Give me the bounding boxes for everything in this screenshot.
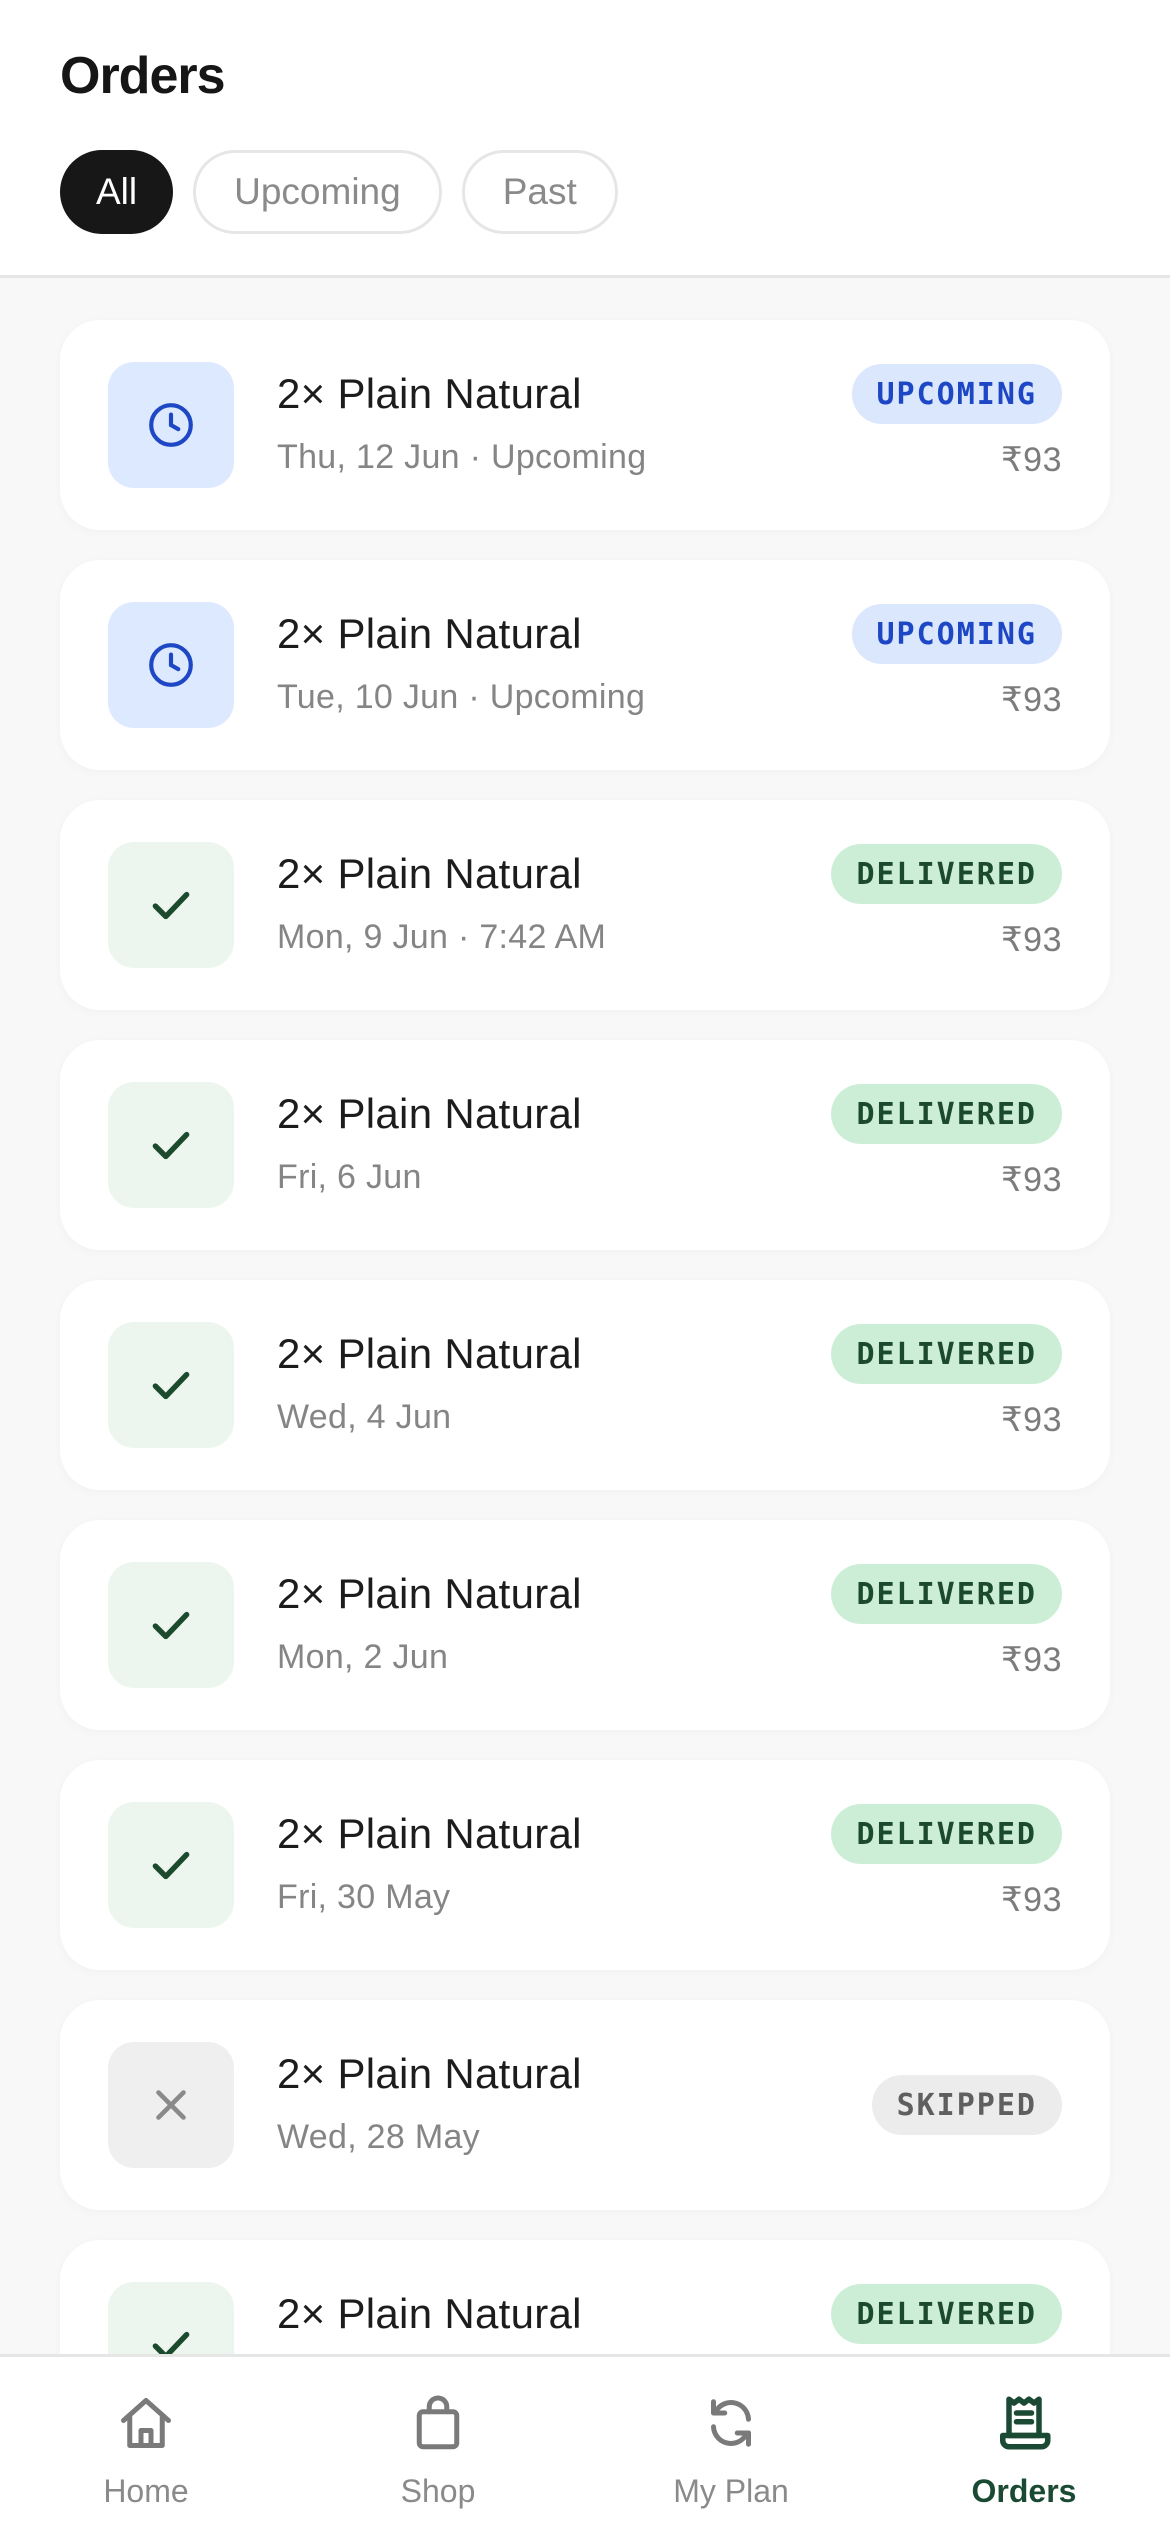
order-card[interactable]: 2× Plain Natural Fri, 30 May DELIVERED ₹93 bbox=[60, 1760, 1110, 1970]
status-badge: DELIVERED bbox=[831, 1084, 1062, 1144]
order-item-name: 2× Plain Natural bbox=[277, 1330, 582, 1377]
refresh-icon bbox=[701, 2393, 761, 2453]
nav-label-shop: Shop bbox=[400, 2473, 476, 2509]
order-card[interactable]: 2× Plain Natural Wed, 28 May SKIPPED bbox=[60, 2000, 1110, 2210]
order-price: ₹93 bbox=[1001, 1641, 1062, 1679]
status-badge: UPCOMING bbox=[851, 604, 1062, 664]
order-price: ₹93 bbox=[1001, 681, 1062, 719]
status-badge: DELIVERED bbox=[831, 1324, 1062, 1384]
nav-label-my-plan: My Plan bbox=[673, 2473, 789, 2509]
check-icon bbox=[108, 1322, 234, 1448]
nav-item-orders[interactable]: Orders bbox=[878, 2357, 1170, 2532]
status-badge: DELIVERED bbox=[831, 1804, 1062, 1864]
order-item-name: 2× Plain Natural bbox=[277, 1810, 582, 1857]
order-card[interactable]: 2× Plain Natural Wed, 4 Jun DELIVERED ₹93 bbox=[60, 1280, 1110, 1490]
clock-icon bbox=[108, 602, 234, 728]
nav-item-shop[interactable]: Shop bbox=[292, 2357, 584, 2532]
check-icon bbox=[108, 842, 234, 968]
status-badge: DELIVERED bbox=[831, 2284, 1062, 2344]
check-icon bbox=[108, 1082, 234, 1208]
order-price: ₹93 bbox=[1001, 1161, 1062, 1199]
order-date: Mon, 9 Jun · 7:42 AM bbox=[277, 918, 607, 956]
filter-chip-past[interactable]: Past bbox=[461, 150, 618, 234]
order-card[interactable]: 2× Plain Natural Thu, 12 Jun · Upcoming UP… bbox=[60, 320, 1110, 530]
order-card[interactable]: 2× Plain Natural Fri, 6 Jun DELIVERED ₹93 bbox=[60, 1040, 1110, 1250]
order-card[interactable]: 2× Plain Natural Mon, 2 Jun DELIVERED ₹93 bbox=[60, 1520, 1110, 1730]
order-item-name: 2× Plain Natural bbox=[277, 2050, 582, 2097]
status-badge: DELIVERED bbox=[831, 844, 1062, 904]
bottom-nav: Home Shop My Plan Orders bbox=[0, 2354, 1170, 2532]
order-price: ₹93 bbox=[1001, 441, 1062, 479]
nav-item-my-plan[interactable]: My Plan bbox=[585, 2357, 877, 2532]
order-card[interactable]: 2× Plain Natural Mon, 9 Jun · 7:42 AM DELI… bbox=[60, 800, 1110, 1010]
nav-label-orders: Orders bbox=[971, 2473, 1077, 2509]
order-item-name: 2× Plain Natural bbox=[277, 370, 582, 417]
order-item-name: 2× Plain Natural bbox=[277, 850, 582, 897]
filter-chip-upcoming[interactable]: Upcoming bbox=[193, 150, 442, 234]
order-date: Thu, 12 Jun · Upcoming bbox=[277, 438, 647, 476]
status-badge: DELIVERED bbox=[831, 1564, 1062, 1624]
page-title: Orders bbox=[60, 47, 226, 105]
order-date: Tue, 10 Jun · Upcoming bbox=[277, 678, 646, 716]
nav-label-home: Home bbox=[103, 2473, 189, 2509]
clock-icon bbox=[108, 362, 234, 488]
nav-item-home[interactable]: Home bbox=[0, 2357, 292, 2532]
page-header: Orders All Upcoming Past bbox=[0, 0, 1170, 278]
shopping-bag-icon bbox=[408, 2393, 468, 2453]
status-badge: UPCOMING bbox=[851, 364, 1062, 424]
order-date: Wed, 28 May bbox=[277, 2118, 480, 2156]
order-date: Wed, 4 Jun bbox=[277, 1398, 452, 1436]
receipt-icon bbox=[994, 2393, 1054, 2453]
order-card[interactable]: 2× Plain Natural Tue, 10 Jun · Upcoming UP… bbox=[60, 560, 1110, 770]
order-item-name: 2× Plain Natural bbox=[277, 610, 582, 657]
order-price: ₹93 bbox=[1001, 921, 1062, 959]
order-item-name: 2× Plain Natural bbox=[277, 1570, 582, 1617]
home-icon bbox=[116, 2393, 176, 2453]
order-date: Fri, 30 May bbox=[277, 1878, 451, 1916]
order-date: Mon, 2 Jun bbox=[277, 1638, 449, 1676]
order-price: ₹93 bbox=[1001, 1881, 1062, 1919]
order-item-name: 2× Plain Natural bbox=[277, 1090, 582, 1137]
filter-chips: All Upcoming Past bbox=[60, 150, 618, 234]
order-item-name: 2× Plain Natural bbox=[277, 2290, 582, 2337]
check-icon bbox=[108, 1802, 234, 1928]
order-price: ₹93 bbox=[1001, 1401, 1062, 1439]
status-badge: SKIPPED bbox=[871, 2075, 1062, 2135]
check-icon bbox=[108, 1562, 234, 1688]
order-date: Fri, 6 Jun bbox=[277, 1158, 422, 1196]
x-icon bbox=[108, 2042, 234, 2168]
filter-chip-all[interactable]: All bbox=[60, 150, 174, 234]
